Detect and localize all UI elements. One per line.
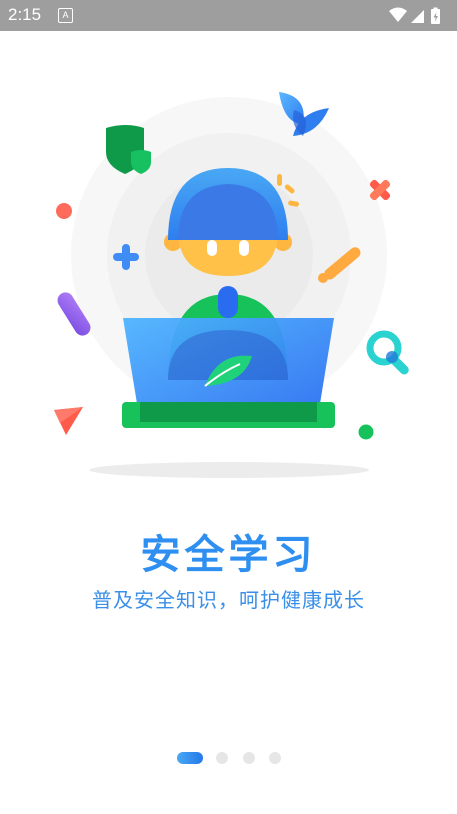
page-dot-1-active[interactable] (177, 752, 203, 764)
laptop-icon (122, 318, 335, 428)
person-with-laptop-illustration (54, 92, 409, 478)
onboarding-title: 安全学习 (140, 532, 317, 578)
page-dot-3[interactable] (243, 752, 255, 764)
signal-icon (411, 10, 424, 23)
onboarding-subtitle: 普及安全知识，呵护健康成长 (92, 588, 365, 612)
battery-charging-icon (431, 7, 440, 24)
page-dot-2[interactable] (216, 752, 228, 764)
ground-shadow (89, 462, 369, 478)
page-indicator (0, 750, 457, 764)
green-dot (358, 424, 374, 440)
wifi-icon (389, 7, 407, 22)
paper-plane-icon (54, 407, 83, 435)
notification-a-icon: A (58, 8, 73, 23)
magnifier-icon (366, 330, 409, 375)
status-icons (389, 7, 440, 24)
page-dot-4[interactable] (269, 752, 281, 764)
status-time: 2:15 (8, 5, 42, 24)
status-bar: 2:15 A (0, 0, 457, 31)
coral-dot (56, 203, 72, 219)
